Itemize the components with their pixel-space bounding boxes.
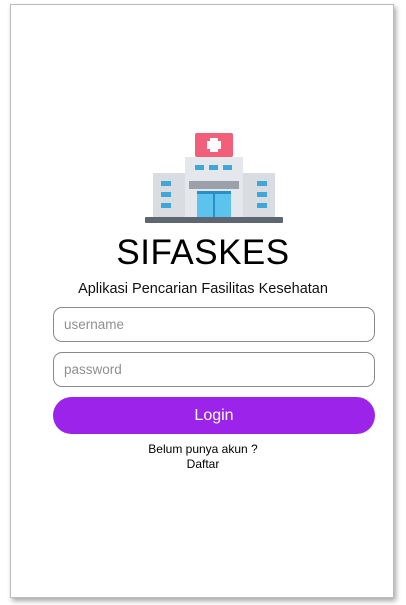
login-button[interactable]: Login — [53, 397, 375, 434]
app-subtitle: Aplikasi Pencarian Fasilitas Kesehatan — [78, 281, 328, 297]
register-link[interactable]: Daftar — [11, 457, 395, 471]
app-title: SIFASKES — [116, 233, 290, 272]
username-input[interactable] — [53, 307, 375, 342]
password-input[interactable] — [53, 352, 375, 387]
hospital-building-icon — [145, 133, 283, 223]
phone-screen: SIFASKES Aplikasi Pencarian Fasilitas Ke… — [10, 4, 394, 598]
register-prompt: Belum punya akun ? — [148, 442, 258, 456]
